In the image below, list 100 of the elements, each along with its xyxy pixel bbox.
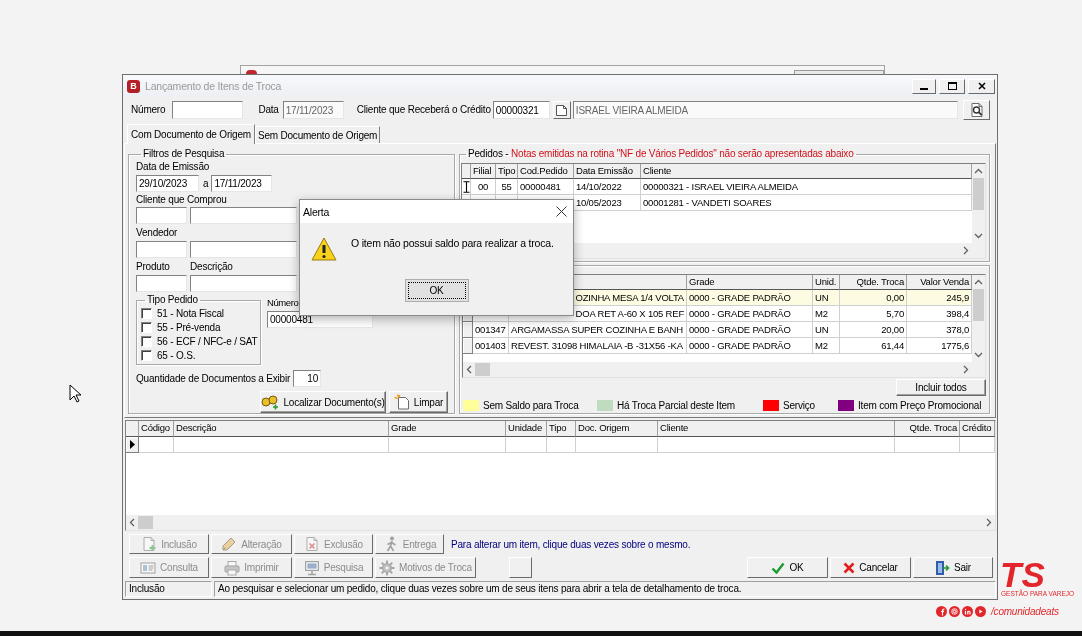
- search-button[interactable]: [963, 100, 990, 120]
- blank-button[interactable]: [509, 557, 532, 578]
- table-row[interactable]: 001403 REVEST. 31098 HIMALAIA -B -31X56 -KA 0000 - GRADE PADRÃO M2 61,44 1775,6: [463, 338, 972, 354]
- exit-button[interactable]: Sair: [913, 557, 993, 578]
- field-label: Quantidade de Documentos a Exibir: [136, 372, 291, 385]
- client-code-field[interactable]: 00000321: [492, 101, 550, 119]
- group-title: Filtros de Pesquisa: [142, 148, 226, 160]
- app-icon: [246, 70, 257, 74]
- checkbox[interactable]: [141, 321, 152, 333]
- table-cell: [506, 437, 547, 453]
- code-field[interactable]: [136, 275, 187, 292]
- column-header: Cod.Pedido: [518, 164, 574, 179]
- table-cell: 00: [471, 179, 496, 195]
- legend-label: Item com Preço Promocional: [858, 400, 982, 411]
- table-cell: M2: [813, 306, 840, 322]
- table-cell: 00001281 - VANDETI SOARES: [641, 195, 972, 211]
- chevron-down-icon: [974, 233, 983, 239]
- column-header: Grade: [389, 421, 506, 437]
- code-field[interactable]: [136, 207, 187, 224]
- column-header: Tipo: [547, 421, 576, 437]
- table-cell: 00000321 - ISRAEL VIEIRA ALMEIDA: [641, 179, 972, 195]
- column-header: Doc. Origem: [576, 421, 658, 437]
- scrollbar-thumb[interactable]: [973, 289, 984, 321]
- ok-button[interactable]: OK: [747, 557, 828, 578]
- clear-button[interactable]: Limpar: [389, 391, 448, 413]
- include-all-button[interactable]: Incluir todos: [896, 379, 986, 396]
- checkbox[interactable]: [141, 335, 152, 347]
- find-button[interactable]: Localizar Documento(s): [260, 391, 386, 413]
- ok-button[interactable]: OK: [404, 279, 469, 302]
- scrollbar-thumb[interactable]: [973, 178, 984, 210]
- checkbox-label: 55 - Pré-venda: [157, 321, 221, 333]
- row-pointer-icon: [129, 440, 135, 449]
- window-title: Lançamento de Itens de Troca: [145, 80, 282, 92]
- table-cell: M2: [813, 338, 840, 354]
- horizontal-scrollbar[interactable]: [463, 362, 972, 377]
- group-title: Tipo Pedido: [146, 294, 199, 306]
- scrollbar-thumb[interactable]: [475, 363, 490, 376]
- social-icon: [949, 606, 960, 617]
- table-row[interactable]: 00 55 00000481 14/10/2022 00000321 - ISRAEL VIEIRA ALMEIDA: [462, 179, 972, 195]
- number-field[interactable]: [172, 101, 244, 119]
- quantity-field[interactable]: 10: [293, 370, 322, 387]
- table-cell: 20,00: [840, 322, 907, 338]
- legend-label: Há Troca Parcial deste Item: [617, 400, 735, 411]
- column-header: Data Emissão: [574, 164, 641, 179]
- close-icon: [977, 82, 986, 90]
- table-cell: 00000481: [518, 179, 574, 195]
- date-field[interactable]: 29/10/2023: [136, 175, 199, 192]
- social-handle: /comunidadeats: [991, 606, 1059, 617]
- column-header: Crédito: [960, 421, 995, 437]
- table-cell: 55: [496, 179, 518, 195]
- tab[interactable]: Com Documento de Origem: [127, 124, 255, 144]
- lookup-button[interactable]: [552, 101, 571, 119]
- table-row[interactable]: 001347 ARGAMASSA SUPER COZINHA E BANH 0000 - GRADE PADRÃO UN 20,00 378,0: [463, 322, 972, 338]
- field-label: Produto: [136, 261, 171, 273]
- table-cell: UN: [813, 290, 840, 306]
- table-cell: ARGAMASSA SUPER COZINHA E BANH: [509, 322, 687, 338]
- scrollbar-thumb[interactable]: [138, 516, 153, 529]
- field-label: a: [203, 177, 209, 190]
- chevron-right-icon: [963, 246, 969, 255]
- name-field[interactable]: [190, 207, 297, 224]
- table-cell: 61,44: [840, 338, 907, 354]
- description-field[interactable]: [190, 275, 297, 292]
- column-header: Descrição: [174, 421, 389, 437]
- tab[interactable]: Sem Documento de Origem: [254, 126, 381, 143]
- social-icon: [975, 606, 986, 617]
- printer-icon: [224, 559, 241, 576]
- table-cell: 0,00: [840, 290, 907, 306]
- maximize-button[interactable]: [939, 78, 965, 94]
- vertical-scrollbar[interactable]: [972, 164, 985, 243]
- table-cell: 001347: [473, 322, 509, 338]
- field-label: Data de Emissão: [136, 161, 210, 173]
- checkbox[interactable]: [141, 349, 152, 361]
- minimize-button[interactable]: [912, 78, 936, 94]
- id-card-icon: [140, 559, 157, 576]
- code-field[interactable]: [136, 241, 187, 258]
- chevron-right-icon: [986, 518, 992, 527]
- status-panel: Ao pesquisar e selecionar um pedido, clique duas vezes sobre um de seus itens para abrir a tela de detalhamento de troca.: [214, 581, 996, 597]
- close-icon: [556, 206, 567, 217]
- date-field[interactable]: 17/11/2023: [211, 175, 273, 192]
- table-cell-text: OZINHA MESA 1/4 VOLTA: [575, 291, 684, 305]
- binoculars-icon: [261, 394, 280, 410]
- close-button[interactable]: [556, 206, 567, 217]
- mouse-pointer-icon: [69, 384, 81, 403]
- vertical-scrollbar[interactable]: [972, 275, 985, 362]
- name-field[interactable]: [190, 241, 297, 258]
- dialog-message: O item não possui saldo para realizar a troca.: [351, 237, 554, 249]
- field-label: Data: [258, 104, 279, 116]
- horizontal-scrollbar[interactable]: [126, 515, 995, 530]
- warning-note: Notas emitidas na rotina "NF de Vários Pedidos" não serão apresentadas abaixo: [511, 148, 854, 159]
- cancel-button[interactable]: Cancelar: [830, 557, 911, 578]
- window-controls[interactable]: [794, 70, 884, 74]
- text-cursor-icon: [462, 180, 470, 193]
- add-document-icon: [141, 536, 158, 552]
- new-document-icon: [393, 394, 410, 410]
- legend-label: Sem Saldo para Troca: [483, 400, 579, 411]
- checkbox[interactable]: [141, 307, 152, 319]
- document-icon: [555, 103, 569, 117]
- search-icon: [968, 102, 985, 118]
- table-cell: 0000 - GRADE PADRÃO: [687, 338, 813, 354]
- check-icon: [771, 561, 786, 574]
